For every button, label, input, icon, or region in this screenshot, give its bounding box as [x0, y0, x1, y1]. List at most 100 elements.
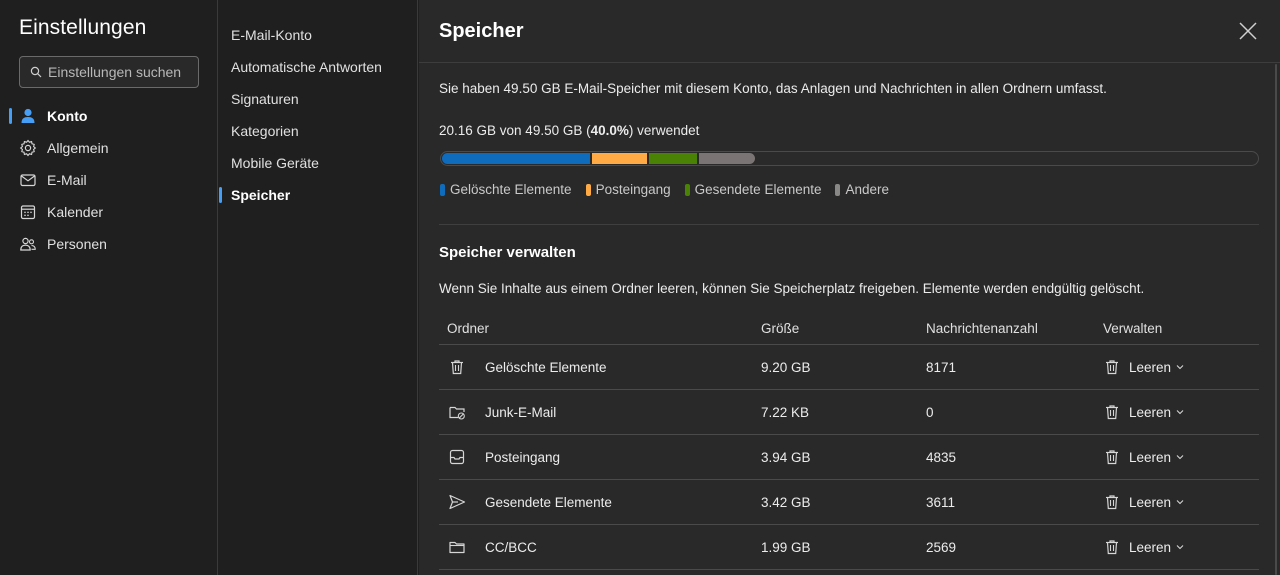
chevron-down-icon [1176, 365, 1184, 370]
manage-cell: Leeren [1103, 448, 1259, 466]
chevron-down-icon [1176, 455, 1184, 460]
empty-folder-button[interactable]: Leeren [1103, 538, 1184, 556]
trash-icon [1106, 495, 1118, 510]
legend-item: Gelöschte Elemente [440, 182, 572, 197]
legend-label: Gesendete Elemente [694, 182, 822, 197]
table-row: Gelöschte Elemente 9.20 GB 8171 Leeren [439, 345, 1259, 390]
subnav-item-kategorien[interactable]: Kategorien [219, 115, 418, 147]
chevron-down-icon [1176, 500, 1184, 505]
legend-swatch [835, 183, 841, 196]
size-cell: 1.99 GB [761, 539, 811, 555]
send-icon [447, 492, 467, 512]
folder-icon [447, 537, 467, 557]
nav-item-allgemein[interactable]: Allgemein [0, 132, 218, 164]
search-icon [30, 66, 42, 78]
table-row: Posteingang 3.94 GB 4835 Leeren [439, 435, 1259, 480]
size-cell: 3.42 GB [761, 494, 811, 510]
empty-folder-button[interactable]: Leeren [1103, 358, 1184, 376]
storage-usage-text: 20.16 GB von 49.50 GB (40.0%) verwendet [439, 123, 699, 138]
column-header-count: Nachrichtenanzahl [926, 320, 1038, 336]
legend-item: Andere [835, 182, 889, 197]
folder-storage-table: Ordner Größe Nachrichtenanzahl Verwalten… [439, 312, 1259, 570]
column-header-size: Größe [761, 320, 800, 336]
inbox-icon [447, 447, 467, 467]
subnav-item-mobile-geraete[interactable]: Mobile Geräte [219, 147, 418, 179]
folder-cell: Posteingang [439, 447, 761, 467]
calendar-icon [19, 203, 37, 221]
count-cell: 4835 [926, 449, 957, 465]
mail-icon [19, 171, 37, 189]
junk-folder-icon [447, 402, 467, 422]
manage-cell: Leeren [1103, 538, 1259, 556]
settings-nav: Konto Allgemein E-Mail Kalender Personen [0, 100, 218, 260]
usage-segment [649, 153, 697, 164]
chevron-down-icon [1176, 545, 1184, 550]
gear-icon [19, 139, 37, 157]
subnav-item-automatische-antworten[interactable]: Automatische Antworten [219, 51, 418, 83]
folder-cell: CC/BCC [439, 537, 761, 557]
count-cell: 2569 [926, 539, 957, 555]
legend-label: Andere [845, 182, 890, 197]
panel-header: Speicher [419, 0, 1280, 63]
legend-item: Gesendete Elemente [684, 182, 822, 197]
section-divider [439, 224, 1259, 225]
manage-cell: Leeren [1103, 358, 1259, 376]
usage-prefix: 20.16 GB von 49.50 GB ( [439, 123, 591, 138]
nav-item-email[interactable]: E-Mail [0, 164, 218, 196]
nav-item-label: Allgemein [47, 140, 109, 156]
folder-cell: Gesendete Elemente [439, 492, 761, 512]
folder-cell: Gelöschte Elemente [439, 357, 761, 377]
nav-item-label: Personen [47, 236, 107, 252]
empty-folder-button[interactable]: Leeren [1103, 403, 1184, 421]
nav-item-label: E-Mail [47, 172, 87, 188]
empty-folder-label: Leeren [1129, 359, 1172, 375]
size-cell: 9.20 GB [761, 359, 811, 375]
table-row: CC/BCC 1.99 GB 2569 Leeren [439, 525, 1259, 570]
close-button[interactable] [1238, 21, 1258, 41]
trash-icon [1106, 405, 1118, 420]
panel-scrollbar[interactable] [1275, 64, 1277, 575]
search-input[interactable] [48, 64, 188, 80]
settings-search-box[interactable] [19, 56, 199, 88]
usage-segment [442, 153, 590, 164]
storage-intro: Sie haben 49.50 GB E-Mail-Speicher mit d… [439, 81, 1107, 96]
nav-item-label: Konto [47, 108, 88, 124]
manage-storage-description: Wenn Sie Inhalte aus einem Ordner leeren… [439, 281, 1145, 296]
nav-item-personen[interactable]: Personen [0, 228, 218, 260]
usage-segment [699, 153, 755, 164]
subnav-item-signaturen[interactable]: Signaturen [219, 83, 418, 115]
nav-item-konto[interactable]: Konto [0, 100, 218, 132]
storage-usage-bar [440, 151, 1259, 166]
count-cell: 8171 [926, 359, 957, 375]
storage-panel: Speicher Sie haben 49.50 GB E-Mail-Speic… [419, 0, 1280, 575]
settings-title: Einstellungen [19, 16, 147, 39]
settings-sidebar: Einstellungen Konto Allgemein E-Mail [0, 0, 218, 575]
empty-folder-label: Leeren [1129, 539, 1172, 555]
usage-segment [592, 153, 647, 164]
legend-label: Posteingang [595, 182, 671, 197]
legend-swatch [585, 183, 591, 196]
empty-folder-button[interactable]: Leeren [1103, 493, 1184, 511]
account-subnav-pane: E-Mail-Konto Automatische Antworten Sign… [219, 0, 418, 575]
chevron-down-icon [1176, 410, 1184, 415]
empty-folder-label: Leeren [1129, 449, 1172, 465]
column-header-manage: Verwalten [1103, 320, 1163, 336]
people-icon [19, 235, 37, 253]
size-cell: 3.94 GB [761, 449, 811, 465]
nav-item-kalender[interactable]: Kalender [0, 196, 218, 228]
empty-folder-label: Leeren [1129, 404, 1172, 420]
legend-swatch [684, 183, 690, 196]
table-row: Gesendete Elemente 3.42 GB 3611 Leeren [439, 480, 1259, 525]
column-header-folder: Ordner [447, 320, 490, 336]
storage-legend: Gelöschte Elemente Posteingang Gesendete… [440, 182, 903, 197]
folder-name: Gelöschte Elemente [485, 359, 607, 375]
usage-percent: 40.0% [590, 123, 629, 138]
manage-cell: Leeren [1103, 403, 1259, 421]
subnav-item-speicher[interactable]: Speicher [219, 179, 418, 211]
empty-folder-button[interactable]: Leeren [1103, 448, 1184, 466]
close-icon [1239, 22, 1257, 40]
usage-suffix: ) verwendet [628, 123, 700, 138]
subnav-item-email-konto[interactable]: E-Mail-Konto [219, 19, 418, 51]
trash-icon [1106, 540, 1118, 555]
manage-cell: Leeren [1103, 493, 1259, 511]
